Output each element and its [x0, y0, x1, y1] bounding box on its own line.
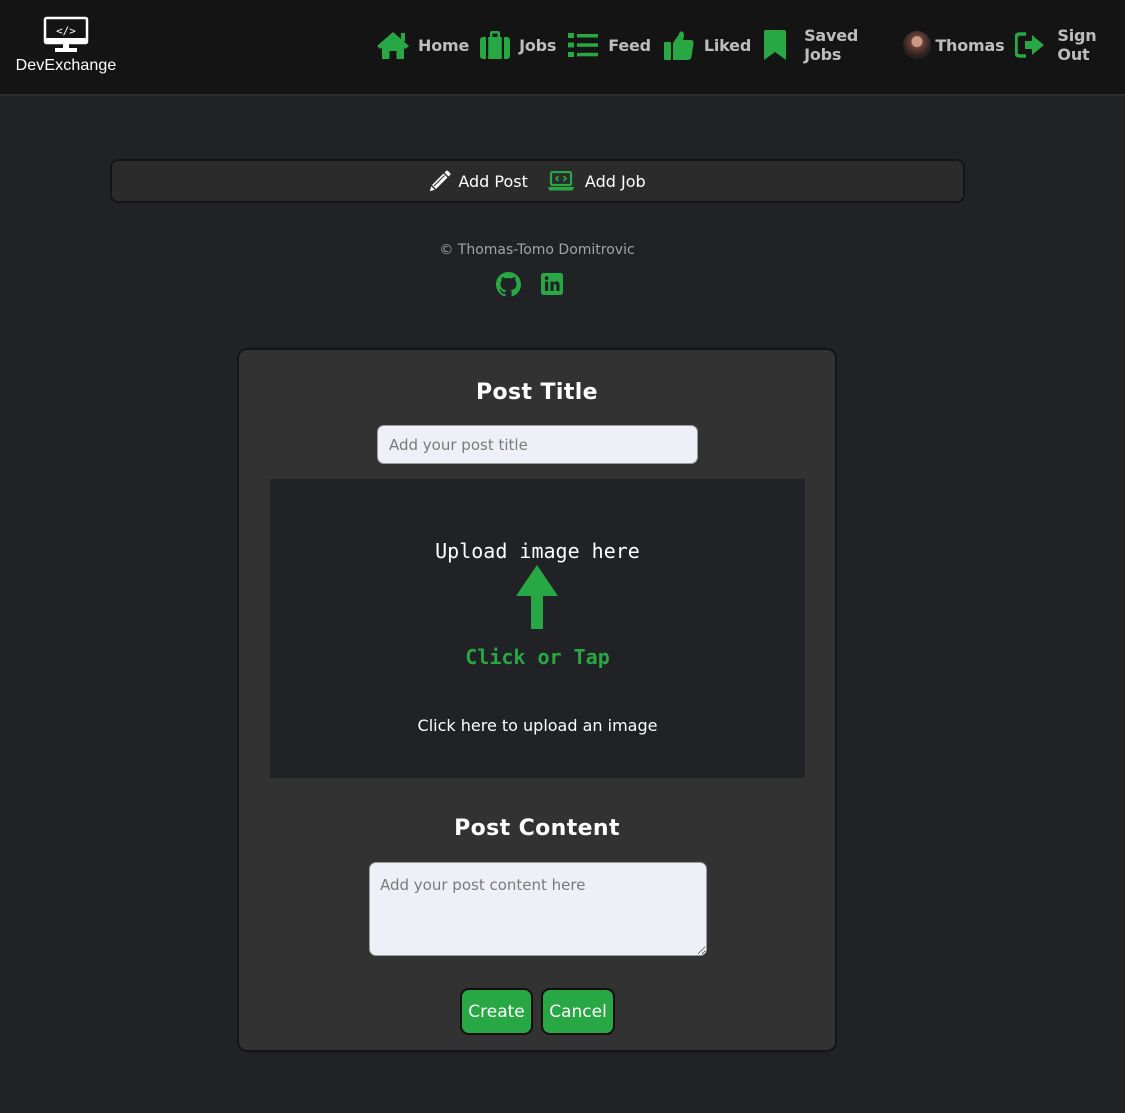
sign-out-icon — [1015, 32, 1045, 58]
nav-home-label: Home — [418, 35, 470, 55]
nav-jobs[interactable]: Jobs — [479, 28, 556, 62]
copyright: © Thomas-Tomo Domitrovic — [439, 242, 635, 258]
nav-feed-label: Feed — [608, 35, 651, 55]
thumbs-up-icon — [663, 29, 695, 61]
github-icon[interactable] — [496, 272, 521, 297]
upload-hint: Click here to upload an image — [417, 716, 658, 735]
upload-heading: Upload image here — [435, 539, 640, 563]
briefcase-icon — [479, 30, 511, 60]
nav-profile-label: Thomas — [935, 35, 1005, 55]
create-button[interactable]: Create — [460, 988, 533, 1035]
post-title-heading: Post Title — [475, 380, 599, 405]
bookmark-icon — [763, 30, 787, 60]
svg-text:</>: </> — [56, 25, 76, 38]
add-job-label: Add Job — [584, 171, 646, 191]
social-links — [496, 272, 564, 297]
add-post-label: Add Post — [458, 171, 528, 191]
cancel-button[interactable]: Cancel — [541, 988, 615, 1035]
avatar — [903, 31, 932, 59]
nav-feed[interactable]: Feed — [568, 28, 651, 62]
nav-liked[interactable]: Liked — [663, 28, 751, 62]
image-upload-area[interactable]: Upload image here Click or Tap Click her… — [270, 479, 805, 778]
arrow-up-icon — [515, 565, 559, 635]
upload-action-text: Click or Tap — [465, 645, 610, 669]
nav-liked-label: Liked — [703, 35, 752, 55]
nav-saved-jobs-label: Saved Jobs — [804, 26, 859, 64]
add-post-button[interactable]: Add Post — [429, 170, 528, 192]
navbar: </> DevExchange Home Jobs Feed Liked Sav… — [0, 0, 1125, 96]
post-title-input[interactable] — [377, 425, 698, 464]
nav-saved-jobs[interactable]: Saved Jobs — [763, 26, 890, 64]
add-job-button[interactable]: Add Job — [547, 171, 646, 191]
home-icon — [376, 30, 410, 60]
post-content-input[interactable] — [369, 862, 707, 956]
list-icon — [568, 32, 599, 58]
main-nav: Home Jobs Feed Liked Saved Jobs Thomas S… — [376, 26, 1125, 64]
nav-jobs-label: Jobs — [519, 35, 557, 55]
nav-sign-out-label: Sign Out — [1057, 26, 1097, 64]
laptop-code-icon — [547, 171, 574, 191]
brand-logo[interactable]: </> DevExchange — [14, 16, 118, 75]
brand-name: DevExchange — [15, 57, 117, 74]
post-content-heading: Post Content — [454, 816, 620, 841]
pencil-icon — [429, 170, 451, 192]
create-post-card: Post Title Upload image here Click or Ta… — [237, 348, 837, 1052]
action-bar: Add Post Add Job — [110, 159, 965, 203]
monitor-code-icon: </> — [43, 16, 89, 52]
linkedin-icon[interactable] — [540, 272, 564, 297]
nav-sign-out[interactable]: Sign Out — [1015, 26, 1125, 64]
nav-home[interactable]: Home — [376, 28, 469, 62]
nav-profile[interactable]: Thomas — [903, 28, 1005, 62]
